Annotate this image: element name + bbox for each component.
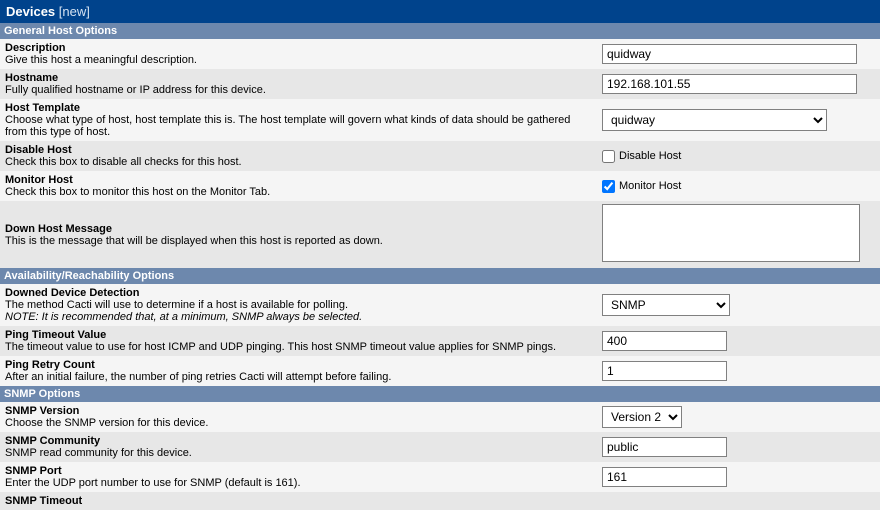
down-host-message-help: This is the message that will be display… [5,235,383,247]
ping-timeout-help: The timeout value to use for host ICMP a… [5,341,556,353]
hostname-help: Fully qualified hostname or IP address f… [5,84,266,96]
snmp-version-select[interactable]: Version 2 [602,406,682,428]
title-main: Devices [6,4,55,19]
down-host-message-label: Down Host Message [5,223,112,235]
ping-retry-label: Ping Retry Count [5,359,95,371]
section-general: General Host Options [0,23,880,39]
ping-timeout-label: Ping Timeout Value [5,329,106,341]
downed-detection-select[interactable]: SNMP [602,294,730,316]
ping-timeout-input[interactable] [602,331,727,351]
hostname-input[interactable] [602,74,857,94]
downed-detection-label: Downed Device Detection [5,287,139,299]
disable-host-cb-label: Disable Host [619,150,681,162]
downed-detection-note: NOTE: It is recommended that, at a minim… [5,311,362,323]
description-input[interactable] [602,44,857,64]
section-snmp: SNMP Options [0,386,880,402]
description-help: Give this host a meaningful description. [5,54,197,66]
monitor-host-cb-label: Monitor Host [619,180,681,192]
monitor-host-help: Check this box to monitor this host on t… [5,186,270,198]
down-host-message-row: Down Host Message This is the message th… [0,201,880,268]
snmp-port-help: Enter the UDP port number to use for SNM… [5,477,301,489]
snmp-community-input[interactable] [602,437,727,457]
host-template-help: Choose what type of host, host template … [5,114,570,138]
section-availability: Availability/Reachability Options [0,268,880,284]
snmp-timeout-label: SNMP Timeout [5,495,82,507]
host-template-label: Host Template [5,102,80,114]
title-suffix: [new] [59,4,90,19]
snmp-version-help: Choose the SNMP version for this device. [5,417,208,429]
snmp-port-input[interactable] [602,467,727,487]
down-host-message-textarea[interactable] [602,204,860,262]
disable-host-checkbox[interactable] [602,150,615,163]
host-template-select[interactable]: quidway [602,109,827,131]
snmp-version-label: SNMP Version [5,405,79,417]
page-title: Devices [new] [0,0,880,23]
monitor-host-label: Monitor Host [5,174,73,186]
snmp-community-label: SNMP Community [5,435,100,447]
ping-retry-help: After an initial failure, the number of … [5,371,391,383]
snmp-port-label: SNMP Port [5,465,62,477]
description-label: Description [5,42,66,54]
snmp-community-help: SNMP read community for this device. [5,447,192,459]
hostname-label: Hostname [5,72,58,84]
disable-host-help: Check this box to disable all checks for… [5,156,242,168]
ping-retry-input[interactable] [602,361,727,381]
monitor-host-checkbox[interactable] [602,180,615,193]
downed-detection-help: The method Cacti will use to determine i… [5,299,348,311]
disable-host-label: Disable Host [5,144,72,156]
